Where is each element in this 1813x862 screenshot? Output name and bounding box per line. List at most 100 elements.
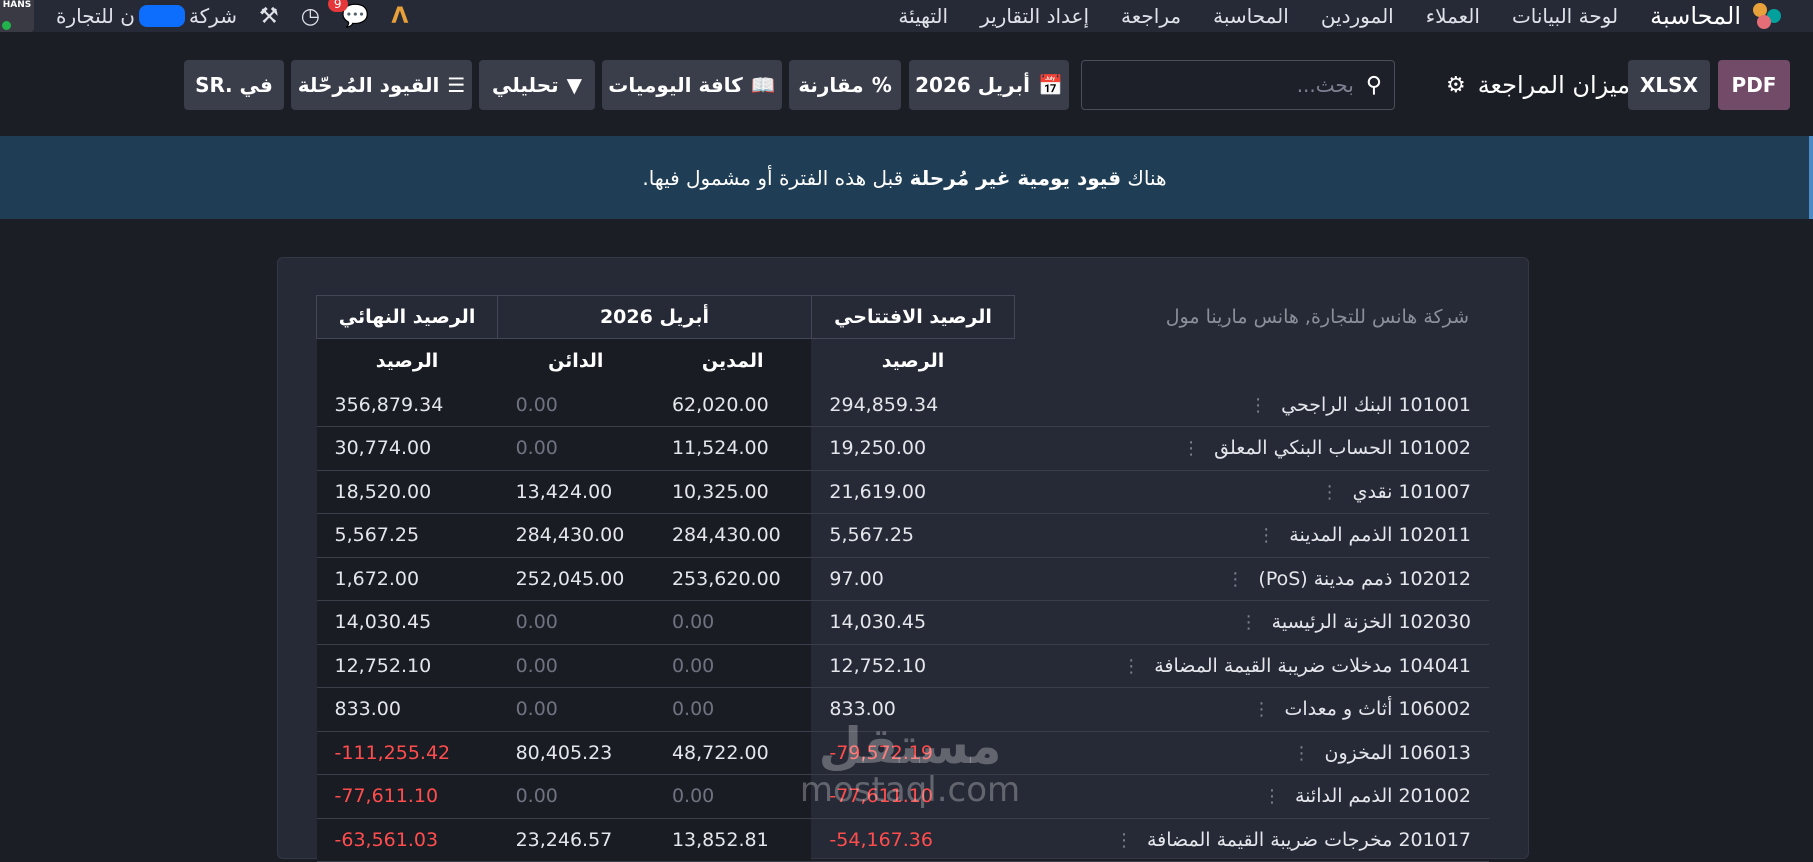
user-avatar[interactable]: HANS	[0, 0, 34, 32]
activity-clock-icon[interactable]: ◷	[301, 4, 320, 29]
vertical-dots-icon[interactable]: ⋮	[1257, 525, 1275, 546]
tools-icon[interactable]: ⚒	[259, 4, 279, 29]
search-input[interactable]	[1111, 72, 1356, 98]
posted-entries-button[interactable]: ☰ القيود المُرحّلة	[291, 60, 472, 110]
credit-cell: 80,405.23	[497, 731, 654, 775]
vertical-dots-icon[interactable]: ⋮	[1122, 656, 1140, 677]
currency-button[interactable]: في .SR	[184, 60, 284, 110]
account-cell[interactable]: 102030 الخزنة الرئيسية ⋮	[1015, 601, 1489, 645]
initial-balance-cell: 77,611.10-	[829, 785, 933, 808]
debit-cell: 0.00	[653, 644, 812, 688]
debit-cell: 13,852.81	[653, 818, 812, 862]
debit-header[interactable]: المدين	[653, 338, 812, 383]
alert-text: هناك قيود يومية غير مُرحلة قبل هذه الفتر…	[642, 166, 1166, 190]
account-cell[interactable]: 201017 مخرجات ضريبة القيمة المضافة ⋮	[1015, 818, 1489, 862]
account-row[interactable]: 201002 الذمم الدائنة⋮ 77,611.10- 0.00 0.00 7…	[316, 774, 1489, 819]
credit-cell: 284,430.00	[497, 513, 654, 557]
vertical-dots-icon[interactable]: ⋮	[1226, 569, 1244, 590]
vertical-dots-icon[interactable]: ⋮	[1115, 830, 1133, 851]
report-body: 101001 البنك الراجحي ⋮ 294,859.34 62,020.00…	[316, 383, 1489, 862]
app-logo-icon	[1751, 1, 1785, 31]
account-row[interactable]: 106013 المخزون ⋮ 79,572.19- 48,722.00 80,405…	[316, 731, 1489, 775]
journals-filter-label: كافة اليوميات	[608, 73, 743, 97]
menu-dashboard[interactable]: لوحة البيانات	[1512, 4, 1618, 28]
vertical-dots-icon[interactable]: ⋮	[1240, 612, 1258, 633]
account-row[interactable]: 201017 مخرجات ضريبة القيمة المضافة ⋮ 54,16…	[316, 818, 1489, 862]
ai-assistant-icon[interactable]: Λ	[391, 4, 408, 29]
menu-accounting[interactable]: المحاسبة	[1213, 4, 1289, 28]
end-balance-group-header[interactable]: الرصيد النهائي	[315, 295, 499, 339]
account-row[interactable]: 102030 الخزنة الرئيسية⋮ 14,030.45 0.00 0.00…	[316, 600, 1489, 645]
account-row[interactable]: 101002 الحساب البنكي المعلق ⋮ 19,250.00 11,…	[316, 426, 1489, 471]
end-balance-cell: 14,030.45	[316, 600, 498, 644]
debit-cell: 0.00	[653, 774, 812, 818]
account-cell[interactable]: 104041 مدخلات ضريبة القيمة المضافة ⋮	[1015, 644, 1489, 688]
account-cell[interactable]: 101007 نقدي ⋮	[1015, 470, 1489, 514]
alert-suffix: قبل هذه الفترة أو مشمول فيها.	[642, 165, 910, 190]
account-cell[interactable]: 101001 البنك الراجحي ⋮	[1015, 383, 1489, 427]
vertical-dots-icon[interactable]: ⋮	[1321, 482, 1339, 503]
account-row[interactable]: 104041 مدخلات ضريبة القيمة المضافة ⋮ 12,75…	[316, 644, 1489, 688]
initial-balance-cell: 833.00	[829, 698, 896, 721]
analytic-filter-button[interactable]: ▼ تحليلي	[479, 60, 595, 110]
debit-cell: 284,430.00	[653, 513, 812, 557]
account-cell[interactable]: 106002 أثاث و معدات ⋮	[1015, 688, 1489, 732]
initial-balance-group-header[interactable]: الرصيد الافتتاحي	[810, 295, 1016, 339]
date-filter-button[interactable]: 📅 أبريل 2026	[909, 60, 1069, 110]
vertical-dots-icon[interactable]: ⋮	[1252, 699, 1270, 720]
menu-vendors[interactable]: الموردين	[1321, 4, 1394, 28]
account-cell[interactable]: 102011 الذمم المدينة ⋮	[1015, 514, 1489, 558]
menu-reporting[interactable]: إعداد التقارير	[980, 4, 1089, 28]
company-switcher[interactable]: ن للتجارة شركة	[56, 4, 237, 28]
end-balance-cell: 1,672.00	[316, 557, 498, 601]
debit-cell: 10,325.00	[653, 470, 812, 514]
account-row[interactable]: 102012 ذمم مدينة (PoS) ⋮ 97.00 253,620.00 25…	[316, 557, 1489, 601]
search-icon[interactable]: ⚲	[1366, 73, 1382, 98]
menu-configuration[interactable]: التهيئة	[898, 4, 948, 28]
end-balance-cell: 77,611.10-	[316, 774, 498, 818]
pdf-button[interactable]: PDF	[1718, 60, 1790, 110]
menu-review[interactable]: مراجعة	[1121, 4, 1181, 28]
calendar-icon: 📅	[1037, 73, 1063, 97]
account-cell[interactable]: 102012 ذمم مدينة (PoS) ⋮	[1015, 557, 1489, 601]
end-balance-cell: 12,752.10	[316, 644, 498, 688]
search-box: ⚲	[1081, 60, 1395, 110]
initial-balance-header[interactable]: الرصيد	[811, 339, 1014, 384]
vertical-dots-icon[interactable]: ⋮	[1249, 395, 1267, 416]
account-cell[interactable]: 201002 الذمم الدائنة ⋮	[1015, 775, 1489, 819]
account-cell[interactable]: 106013 المخزون ⋮	[1015, 731, 1489, 775]
app-brand[interactable]: المحاسبة	[1650, 1, 1785, 31]
initial-balance-cell: 21,619.00	[829, 480, 927, 503]
credit-cell: 23,246.57	[497, 818, 654, 862]
credit-header[interactable]: الدائن	[497, 338, 654, 383]
comparison-button[interactable]: % مقارنة	[789, 60, 901, 110]
xlsx-button[interactable]: XLSX	[1628, 60, 1710, 110]
account-row[interactable]: 101007 نقدي⋮ 21,619.00 10,325.00 13,424.00 1…	[316, 470, 1489, 514]
debit-cell: 253,620.00	[653, 557, 812, 601]
vertical-dots-icon[interactable]: ⋮	[1263, 786, 1281, 807]
account-name: 101002 الحساب البنكي المعلق	[1214, 437, 1471, 460]
end-balance-header[interactable]: الرصيد	[316, 338, 498, 383]
vertical-dots-icon[interactable]: ⋮	[1293, 743, 1311, 764]
journals-filter-button[interactable]: 📖 كافة اليوميات	[602, 60, 782, 110]
menu-customers[interactable]: العملاء	[1426, 4, 1480, 28]
credit-cell: 0.00	[497, 644, 654, 688]
analytic-filter-label: تحليلي	[491, 73, 559, 97]
comparison-label: مقارنة	[798, 73, 864, 97]
account-row[interactable]: 106002 أثاث و معدات⋮ 833.00 0.00 0.00 833.00	[316, 687, 1489, 732]
alert-link[interactable]: قيود يومية غير مُرحلة	[910, 166, 1121, 190]
sliders-icon: ☰	[447, 73, 466, 97]
end-balance-cell: 356,879.34	[316, 383, 498, 427]
messages-icon[interactable]: 💬 9	[327, 0, 369, 29]
funnel-icon: ▼	[566, 73, 583, 97]
period-group-header[interactable]: أبريل 2026	[497, 295, 812, 339]
account-row[interactable]: 102011 الذمم المدينة⋮ 5,567.25 284,430.00 2…	[316, 513, 1489, 558]
initial-balance-cell: 19,250.00	[829, 437, 927, 460]
avatar-text: HANS	[2, 0, 32, 10]
debit-cell: 11,524.00	[653, 426, 812, 470]
vertical-dots-icon[interactable]: ⋮	[1182, 438, 1200, 459]
settings-gear-icon[interactable]: ⚙	[1446, 73, 1466, 98]
account-name: 106013 المخزون	[1324, 741, 1472, 764]
account-row[interactable]: 101001 البنك الراجحي ⋮ 294,859.34 62,020.00…	[316, 383, 1489, 427]
account-cell[interactable]: 101002 الحساب البنكي المعلق ⋮	[1015, 427, 1489, 471]
